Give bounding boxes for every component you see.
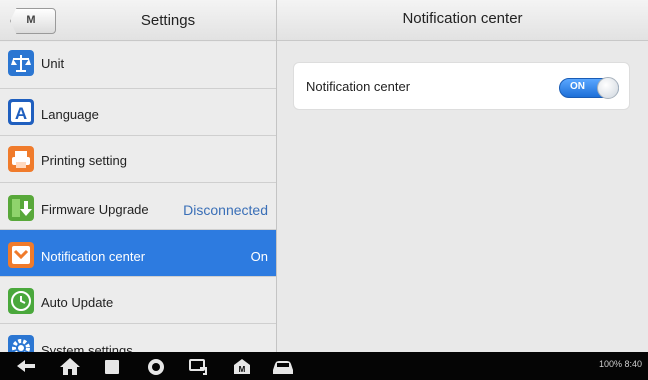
system-navbar: M 100% 8:40 <box>0 352 648 380</box>
menu-item-printing[interactable]: Printing setting <box>0 136 276 183</box>
notification-setting-card: Notification center ON <box>293 62 630 110</box>
toggle-state-label: ON <box>570 81 585 92</box>
svg-text:M: M <box>239 365 246 374</box>
svg-text:A: A <box>15 104 27 123</box>
browser-icon[interactable] <box>144 356 168 376</box>
menu-item-unit[interactable]: Unit <box>0 42 276 89</box>
home-icon[interactable]: M <box>20 11 42 28</box>
menu-item-label: Auto Update <box>41 295 114 310</box>
home-glyph: M <box>26 14 36 26</box>
car-icon[interactable] <box>270 356 296 376</box>
menu-item-notification-center[interactable]: Notification center On <box>0 230 276 277</box>
recent-apps-icon[interactable] <box>100 356 124 376</box>
back-icon[interactable] <box>14 356 38 376</box>
connection-status: Disconnected <box>183 202 268 218</box>
detail-title: Notification center <box>402 10 523 27</box>
scale-icon <box>8 50 34 76</box>
notification-status: On <box>250 249 268 264</box>
menu-item-label: Firmware Upgrade <box>41 202 149 217</box>
menu-item-label: System settings <box>41 343 133 352</box>
settings-menu: Unit A Language Printing setting Firmwar… <box>0 42 276 352</box>
notification-setting-label: Notification center <box>306 79 411 94</box>
status-indicators: 100% 8:40 <box>598 359 642 369</box>
language-a-icon: A <box>8 99 34 125</box>
menu-item-system-settings[interactable]: System settings <box>0 324 276 352</box>
menu-item-auto-update[interactable]: Auto Update <box>0 277 276 324</box>
maxisys-icon[interactable]: M <box>230 356 254 376</box>
page-title: Settings <box>140 12 196 29</box>
settings-header: M Settings <box>0 0 276 41</box>
notification-toggle[interactable]: ON <box>559 77 619 99</box>
printer-icon <box>8 146 34 172</box>
menu-item-firmware-upgrade[interactable]: Firmware Upgrade Disconnected <box>0 183 276 230</box>
pane-divider <box>276 0 277 352</box>
remote-icon[interactable] <box>186 356 210 376</box>
menu-item-label: Notification center <box>41 249 146 264</box>
menu-item-label: Printing setting <box>41 153 127 168</box>
menu-item-label: Unit <box>41 56 65 71</box>
firmware-download-icon <box>8 195 34 221</box>
clock-update-icon <box>8 288 34 314</box>
toggle-knob[interactable] <box>597 77 619 99</box>
menu-item-label: Language <box>41 107 99 122</box>
gear-icon <box>8 335 34 352</box>
home-icon[interactable] <box>58 356 82 376</box>
notification-icon <box>8 242 34 268</box>
menu-item-language[interactable]: A Language <box>0 89 276 136</box>
detail-header: Notification center <box>277 0 648 41</box>
